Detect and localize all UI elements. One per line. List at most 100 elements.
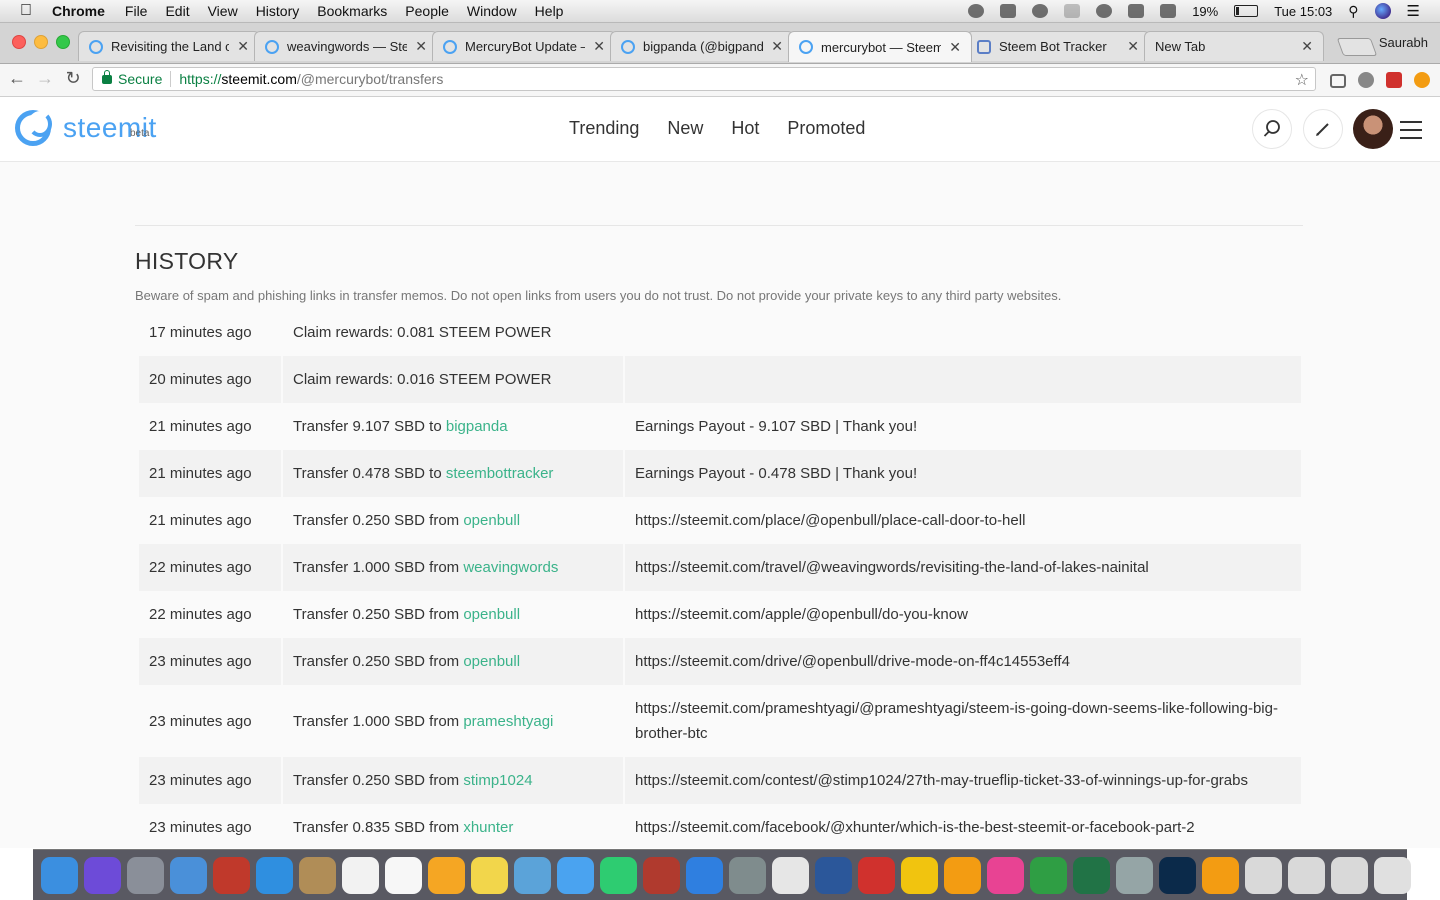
nav-hot[interactable]: Hot: [731, 118, 759, 139]
preview-icon[interactable]: [514, 856, 551, 894]
word-icon[interactable]: [815, 856, 852, 894]
excel-icon[interactable]: [1073, 856, 1110, 894]
menu-view[interactable]: View: [208, 3, 238, 19]
transfer-memo[interactable]: https://steemit.com/place/@openbull/plac…: [625, 497, 1301, 544]
finder-icon[interactable]: [41, 856, 78, 894]
user-link[interactable]: bigpanda: [446, 418, 508, 435]
messages-icon[interactable]: [557, 856, 594, 894]
nav-promoted[interactable]: Promoted: [787, 118, 865, 139]
back-arrow-icon[interactable]: ←: [6, 68, 28, 89]
tab-bigpanda[interactable]: bigpanda (@bigpanda ✕: [610, 31, 794, 61]
contacts-icon[interactable]: [299, 856, 336, 894]
evernote-status-icon[interactable]: [1000, 4, 1017, 18]
transfer-memo[interactable]: https://steemit.com/travel/@weavingwords…: [625, 544, 1301, 591]
photo-booth-icon[interactable]: [643, 856, 680, 894]
clock[interactable]: Tue 15:03: [1274, 4, 1332, 19]
minimize-window-button[interactable]: [34, 35, 48, 49]
bluetooth-icon[interactable]: [1064, 4, 1081, 18]
trash-icon[interactable]: [1374, 856, 1411, 894]
siri-icon[interactable]: [84, 856, 121, 894]
folder-icon[interactable]: [1331, 856, 1368, 894]
close-tab-icon[interactable]: ✕: [415, 38, 427, 55]
ibooks-icon[interactable]: [944, 856, 981, 894]
downloads-icon[interactable]: [1288, 856, 1325, 894]
time-machine-icon[interactable]: [1032, 4, 1049, 18]
close-tab-icon[interactable]: ✕: [949, 39, 961, 56]
notification-center-icon[interactable]: ☰: [1407, 2, 1420, 20]
search-button[interactable]: [1252, 109, 1292, 149]
address-bar[interactable]: Secure https:// steemit.com /@mercurybot…: [92, 67, 1316, 91]
user-link[interactable]: stimp1024: [463, 772, 532, 789]
nav-new[interactable]: New: [667, 118, 703, 139]
photos-icon[interactable]: [428, 856, 465, 894]
menu-edit[interactable]: Edit: [165, 3, 189, 19]
user-link[interactable]: openbull: [463, 512, 520, 529]
transfer-memo[interactable]: https://steemit.com/prameshtyagi/@prames…: [625, 685, 1301, 757]
cast-icon[interactable]: [1330, 74, 1346, 88]
tab-weavingwords[interactable]: weavingwords — Stee ✕: [254, 31, 438, 61]
notes-icon[interactable]: [471, 856, 508, 894]
menu-file[interactable]: File: [125, 3, 148, 19]
reload-icon[interactable]: ↻: [62, 68, 84, 89]
volume-icon[interactable]: [1160, 4, 1177, 18]
mail-icon[interactable]: [170, 856, 207, 894]
close-tab-icon[interactable]: ✕: [1127, 38, 1139, 55]
system-preferences-icon[interactable]: [729, 856, 766, 894]
wifi-icon[interactable]: [1096, 4, 1113, 18]
user-link[interactable]: openbull: [463, 606, 520, 623]
transfer-memo[interactable]: https://steemit.com/contest/@stimp1024/2…: [625, 757, 1301, 804]
new-tab-button[interactable]: [1336, 38, 1378, 56]
hamburger-menu-icon[interactable]: [1400, 121, 1422, 145]
user-avatar[interactable]: [1353, 109, 1393, 149]
photo-booth-icon[interactable]: [213, 856, 250, 894]
lastpass-extension-icon[interactable]: [1386, 72, 1402, 88]
user-link[interactable]: openbull: [463, 653, 520, 670]
tab-new-tab[interactable]: New Tab ✕: [1144, 31, 1324, 61]
menu-people[interactable]: People: [405, 3, 449, 19]
calendar-icon[interactable]: [342, 856, 379, 894]
documents-icon[interactable]: [1245, 856, 1282, 894]
tab-mercurybot[interactable]: mercurybot — Steemi ✕: [788, 31, 972, 62]
app-menu-chrome[interactable]: Chrome: [52, 3, 105, 19]
launchpad-icon[interactable]: [127, 856, 164, 894]
creative-cloud-icon[interactable]: [968, 4, 985, 18]
photoshop-icon[interactable]: [1159, 856, 1196, 894]
menu-window[interactable]: Window: [467, 3, 517, 19]
facetime-icon[interactable]: [600, 856, 637, 894]
close-tab-icon[interactable]: ✕: [1301, 38, 1313, 55]
close-window-button[interactable]: [12, 35, 26, 49]
close-tab-icon[interactable]: ✕: [237, 38, 249, 55]
itunes-icon[interactable]: [987, 856, 1024, 894]
zoom-window-button[interactable]: [56, 35, 70, 49]
image-capture-icon[interactable]: [1116, 856, 1153, 894]
chrome-icon[interactable]: [901, 856, 938, 894]
user-link[interactable]: xhunter: [463, 819, 513, 836]
spotlight-icon[interactable]: ⚲: [1348, 3, 1358, 20]
menu-history[interactable]: History: [256, 3, 300, 19]
reminders-icon[interactable]: [385, 856, 422, 894]
launcher-icon[interactable]: [772, 856, 809, 894]
vlc-icon[interactable]: [1202, 856, 1239, 894]
user-link[interactable]: steembottracker: [446, 465, 554, 482]
tab-mercurybot-update[interactable]: MercuryBot Update — ✕: [432, 31, 616, 61]
safari-icon[interactable]: [256, 856, 293, 894]
acrobat-icon[interactable]: [858, 856, 895, 894]
evernote-extension-icon[interactable]: [1358, 72, 1374, 88]
close-tab-icon[interactable]: ✕: [771, 38, 783, 55]
extension-icon[interactable]: [1414, 72, 1430, 88]
transfer-memo[interactable]: https://steemit.com/facebook/@xhunter/wh…: [625, 804, 1301, 848]
tab-revisiting[interactable]: Revisiting the Land of ✕: [78, 31, 260, 61]
bookmark-star-icon[interactable]: ☆: [1295, 70, 1309, 90]
menu-help[interactable]: Help: [535, 3, 564, 19]
transfer-memo[interactable]: https://steemit.com/apple/@openbull/do-y…: [625, 591, 1301, 638]
close-tab-icon[interactable]: ✕: [593, 38, 605, 55]
tab-steem-bot-tracker[interactable]: Steem Bot Tracker ✕: [966, 31, 1150, 61]
user-link[interactable]: weavingwords: [463, 559, 558, 576]
submit-story-button[interactable]: [1303, 109, 1343, 149]
app-store-icon[interactable]: [686, 856, 723, 894]
apple-menu-icon[interactable]: : [20, 2, 38, 20]
forward-arrow-icon[interactable]: →: [34, 68, 56, 89]
transfer-memo[interactable]: https://steemit.com/drive/@openbull/driv…: [625, 638, 1301, 685]
evernote-icon[interactable]: [1030, 856, 1067, 894]
airplay-icon[interactable]: [1128, 4, 1145, 18]
